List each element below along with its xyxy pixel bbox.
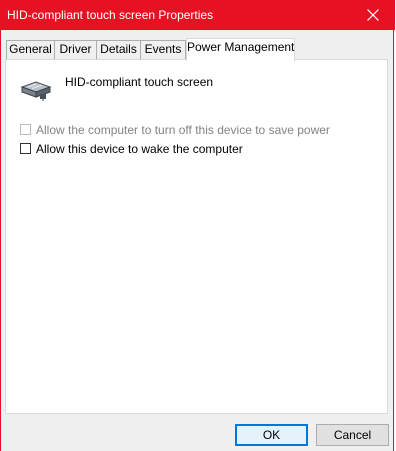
tab-details[interactable]: Details [96, 40, 141, 59]
window-title: HID-compliant touch screen Properties [7, 8, 214, 22]
close-button[interactable] [351, 0, 395, 30]
ok-button[interactable]: OK [235, 424, 308, 446]
properties-dialog: HID-compliant touch screen Properties Ge… [0, 0, 395, 451]
allow-turn-off-label: Allow the computer to turn off this devi… [36, 123, 330, 137]
tab-power-management[interactable]: Power Management [186, 38, 295, 61]
device-name: HID-compliant touch screen [65, 75, 214, 89]
touch-screen-device-icon [20, 78, 52, 102]
allow-wake-label[interactable]: Allow this device to wake the computer [36, 141, 243, 157]
power-management-panel: HID-compliant touch screen Allow the com… [5, 59, 388, 414]
tab-general[interactable]: General [6, 40, 55, 59]
tab-driver[interactable]: Driver [54, 40, 97, 59]
cancel-button[interactable]: Cancel [316, 424, 389, 446]
allow-turn-off-checkbox [20, 124, 31, 135]
close-icon [367, 9, 379, 21]
tab-events[interactable]: Events [140, 40, 186, 59]
title-bar[interactable]: HID-compliant touch screen Properties [1, 0, 395, 30]
allow-wake-checkbox[interactable] [20, 143, 31, 154]
